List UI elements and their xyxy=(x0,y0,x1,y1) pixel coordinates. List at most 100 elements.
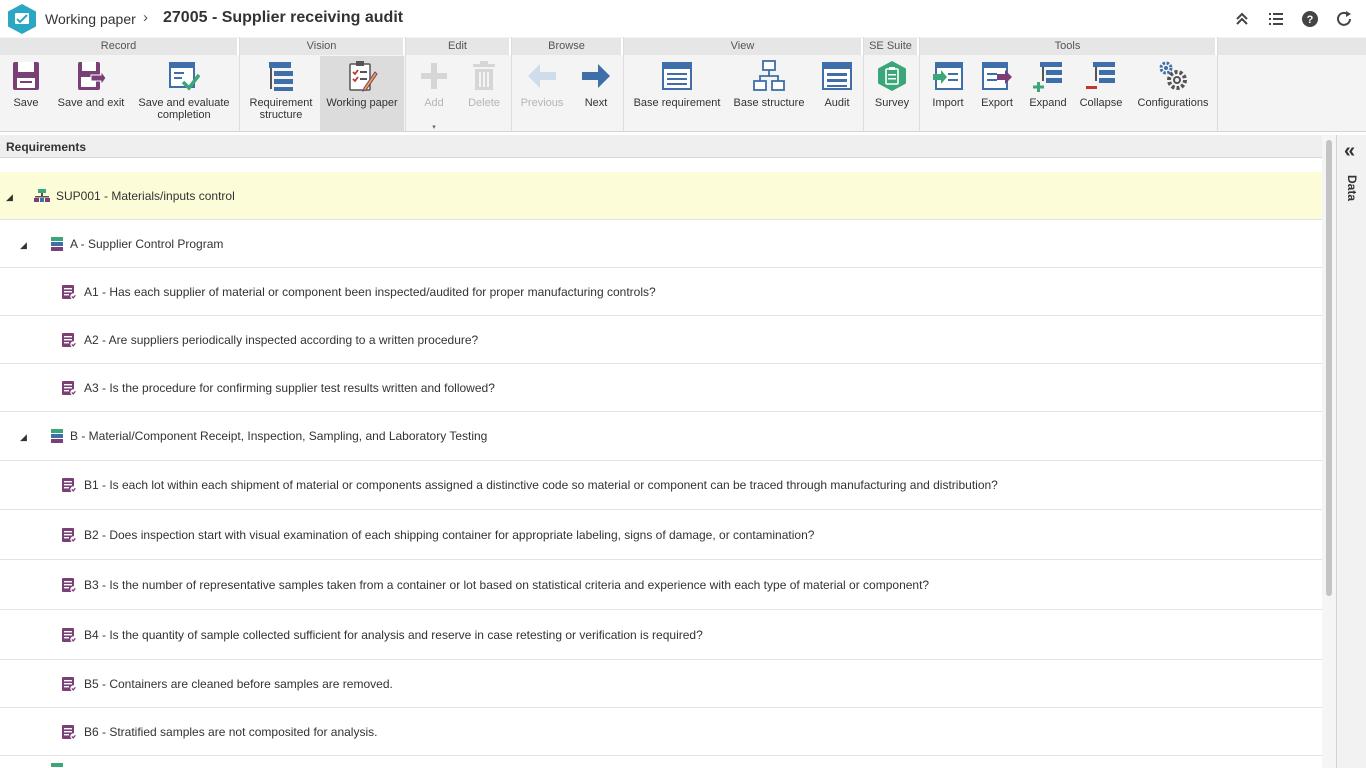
save-button[interactable]: Save xyxy=(2,56,50,131)
tree-row-label: B4 - Is the quantity of sample collected… xyxy=(84,627,703,642)
base-structure-button[interactable]: Base structure xyxy=(730,56,808,131)
base-requirement-icon xyxy=(662,62,692,90)
ribbon-group-title: View xyxy=(624,38,863,55)
base-requirement-button[interactable]: Base requirement xyxy=(628,56,726,131)
delete-button[interactable]: Delete xyxy=(460,56,508,131)
help-icon[interactable]: ? xyxy=(1300,9,1320,29)
requirements-tree: ◢ SUP001 - Materials/inputs control ◢ A … xyxy=(0,159,1322,768)
survey-icon xyxy=(878,61,906,91)
requirement-structure-button[interactable]: Requirement structure xyxy=(244,56,318,131)
survey-button[interactable]: Survey xyxy=(868,56,916,131)
survey-label: Survey xyxy=(874,97,910,109)
tree-row-item[interactable]: A2 - Are suppliers periodically inspecte… xyxy=(0,316,1322,364)
svg-text:?: ? xyxy=(1307,14,1314,26)
data-side-panel: « Data xyxy=(1336,135,1366,768)
tree-row-label: B2 - Does inspection start with visual e… xyxy=(84,527,815,542)
ribbon-group-tools: Tools Import Export Expand Collapse Conf… xyxy=(920,37,1218,131)
requirements-panel-header: Requirements xyxy=(0,135,1322,158)
tree-row-label: A - Supplier Control Program xyxy=(70,236,224,251)
breadcrumb-separator: › xyxy=(143,9,148,26)
ribbon-group-title: SE Suite xyxy=(864,38,919,55)
collapse-toggle-icon[interactable]: ◢ xyxy=(20,240,27,251)
tree-row-item[interactable]: B6 - Stratified samples are not composit… xyxy=(0,708,1322,756)
export-label: Export xyxy=(981,97,1013,109)
refresh-icon[interactable] xyxy=(1334,9,1354,29)
tree-row-item[interactable]: A3 - Is the procedure for confirming sup… xyxy=(0,364,1322,412)
requirement-item-icon xyxy=(62,332,77,348)
collapse-toggle-icon[interactable]: ◢ xyxy=(20,432,27,443)
working-paper-icon xyxy=(349,61,378,92)
audit-icon xyxy=(822,62,852,90)
tree-row-item[interactable]: B4 - Is the quantity of sample collected… xyxy=(0,610,1322,660)
tree-row-item[interactable]: B2 - Does inspection start with visual e… xyxy=(0,510,1322,560)
tree-row-root[interactable]: ◢ SUP001 - Materials/inputs control xyxy=(0,172,1322,220)
vertical-scrollbar-thumb[interactable] xyxy=(1326,140,1332,596)
base-structure-icon xyxy=(753,60,785,91)
requirement-structure-label: Requirement structure xyxy=(249,97,313,121)
expand-button[interactable]: Expand xyxy=(1024,56,1072,131)
next-button[interactable]: Next xyxy=(572,56,620,131)
save-and-exit-label: Save and exit xyxy=(57,97,125,109)
requirement-item-icon xyxy=(62,380,77,396)
tree-row-section[interactable]: ◢ A - Supplier Control Program xyxy=(0,220,1322,268)
breadcrumb-app[interactable]: Working paper xyxy=(45,11,136,27)
tree-row-label: B6 - Stratified samples are not composit… xyxy=(84,724,378,739)
double-chevron-left-icon[interactable]: « xyxy=(1344,140,1355,163)
gears-icon xyxy=(1159,61,1187,90)
tree-row-label: SUP001 - Materials/inputs control xyxy=(56,188,235,203)
import-button[interactable]: Import xyxy=(924,56,972,131)
configurations-button[interactable]: Configurations xyxy=(1132,56,1214,131)
configurations-label: Configurations xyxy=(1137,97,1209,109)
section-icon xyxy=(51,429,63,443)
previous-button[interactable]: Previous xyxy=(516,56,568,131)
tree-row-partial[interactable] xyxy=(0,756,1322,768)
tree-row-label: B3 - Is the number of representative sam… xyxy=(84,577,930,592)
expand-label: Expand xyxy=(1029,97,1067,109)
tree-row-item[interactable]: B1 - Is each lot within each shipment of… xyxy=(0,461,1322,510)
collapse-button[interactable]: Collapse xyxy=(1076,56,1126,131)
export-button[interactable]: Export xyxy=(974,56,1020,131)
tree-row-section[interactable]: ◢ B - Material/Component Receipt, Inspec… xyxy=(0,412,1322,461)
export-icon xyxy=(982,62,1012,90)
list-icon[interactable] xyxy=(1266,9,1286,29)
save-label: Save xyxy=(13,97,39,109)
save-and-evaluate-label: Save and evaluate completion xyxy=(138,97,230,121)
ribbon-group-title: Browse xyxy=(512,38,623,55)
tree-row-label: B5 - Containers are cleaned before sampl… xyxy=(84,676,393,691)
data-panel-label[interactable]: Data xyxy=(1345,175,1359,201)
requirement-item-icon xyxy=(62,527,77,543)
app-logo-icon xyxy=(8,4,36,34)
collapse-label: Collapse xyxy=(1079,97,1123,109)
tree-row-item[interactable]: A1 - Has each supplier of material or co… xyxy=(0,268,1322,316)
requirement-item-icon xyxy=(62,627,77,643)
working-paper-label: Working paper xyxy=(326,97,398,109)
tree-row-item[interactable]: B5 - Containers are cleaned before sampl… xyxy=(0,660,1322,708)
add-dropdown-caret[interactable]: ▾ xyxy=(412,123,456,131)
requirement-item-icon xyxy=(62,284,77,300)
save-and-exit-button[interactable]: Save and exit xyxy=(54,56,128,131)
expand-icon xyxy=(1033,62,1062,92)
ribbon-header-filler xyxy=(1218,38,1366,55)
working-paper-button[interactable]: Working paper xyxy=(320,56,404,131)
ribbon-group-title: Vision xyxy=(240,38,405,55)
tree-row-label: A3 - Is the procedure for confirming sup… xyxy=(84,380,495,395)
ribbon-group-se-suite: SE Suite Survey xyxy=(864,37,920,131)
audit-button[interactable]: Audit xyxy=(814,56,860,131)
requirement-structure-icon xyxy=(269,62,293,91)
tree-row-label: A2 - Are suppliers periodically inspecte… xyxy=(84,332,479,347)
base-structure-label: Base structure xyxy=(733,97,805,109)
base-requirement-label: Base requirement xyxy=(633,97,721,109)
audit-label: Audit xyxy=(824,97,850,109)
tree-row-item[interactable]: B3 - Is the number of representative sam… xyxy=(0,560,1322,610)
ribbon-group-vision: Vision Requirement structure Working pap… xyxy=(240,37,406,131)
save-exit-icon xyxy=(78,62,107,90)
collapse-up-icon[interactable] xyxy=(1232,9,1252,29)
requirement-item-icon xyxy=(62,676,77,692)
save-and-evaluate-button[interactable]: Save and evaluate completion xyxy=(132,56,236,131)
arrow-right-icon xyxy=(582,64,610,88)
add-button[interactable]: Add ▾ xyxy=(412,56,456,131)
structure-root-icon xyxy=(34,188,50,202)
delete-label: Delete xyxy=(468,97,500,109)
collapse-toggle-icon[interactable]: ◢ xyxy=(6,192,13,203)
requirements-panel-title: Requirements xyxy=(6,140,87,154)
